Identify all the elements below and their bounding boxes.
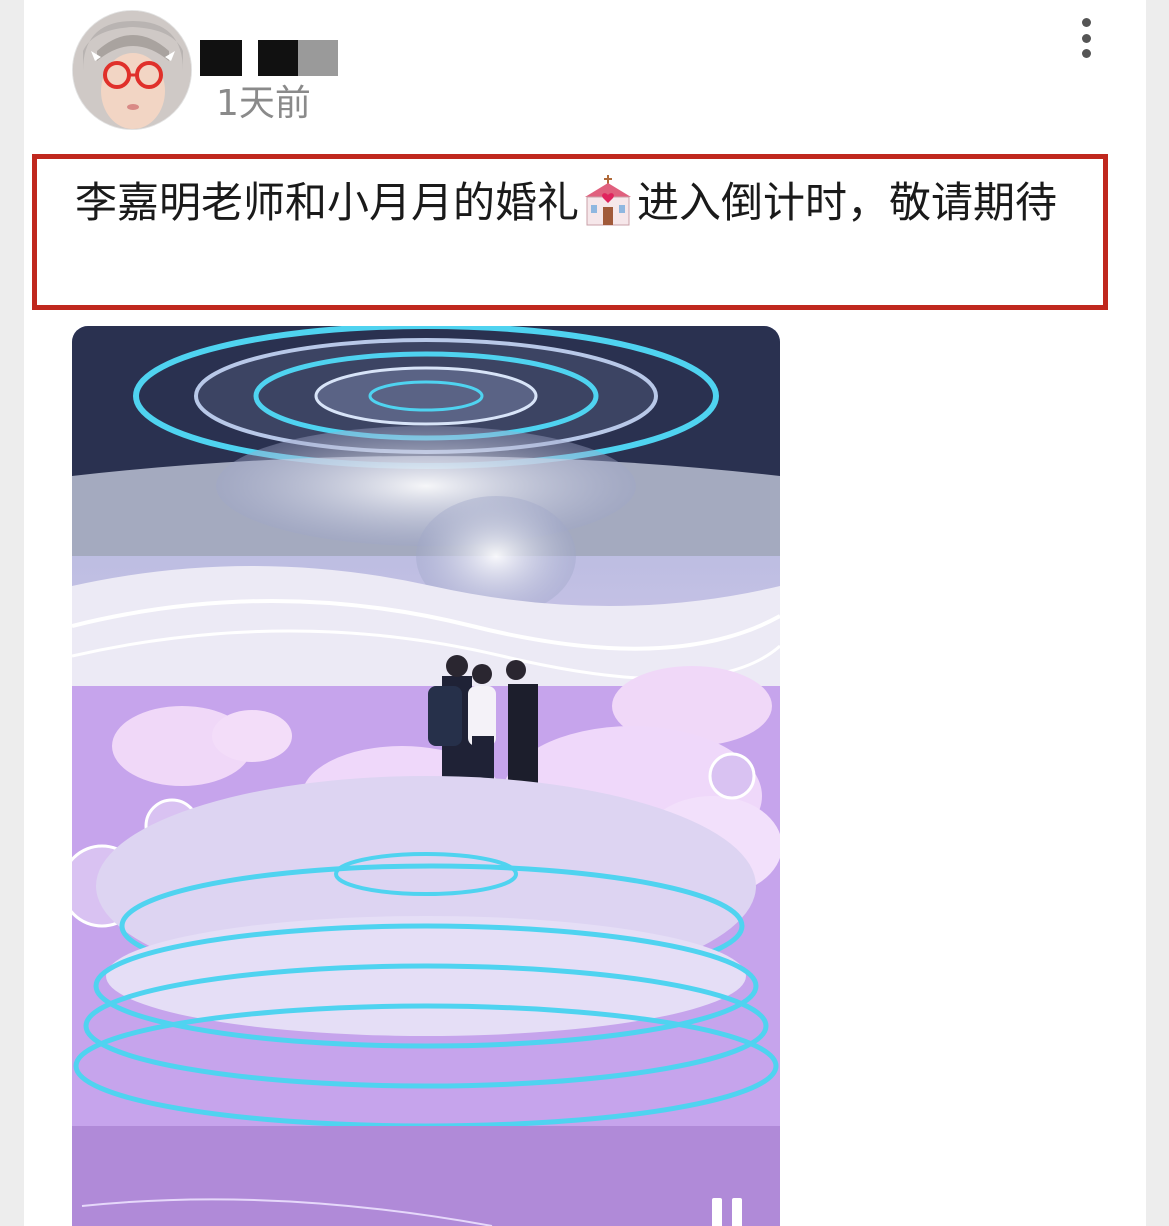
redaction-block [298, 40, 338, 76]
post-text-part2: 进入倒计时，敬请期待 [637, 178, 1058, 227]
video-player[interactable] [72, 326, 780, 1226]
redaction-block [258, 40, 298, 76]
more-vertical-icon[interactable] [1070, 14, 1102, 62]
avatar[interactable] [72, 10, 192, 130]
post-text-part1: 李嘉明老师和小月月的婚礼 [75, 178, 580, 227]
post-text: 李嘉明老师和小月月的婚礼 进入倒计时，敬请期待 [75, 171, 1087, 235]
pause-icon[interactable] [712, 1198, 752, 1226]
redaction-block [200, 40, 242, 76]
post-card: 1天前 李嘉明老师和小月月的婚礼 进入倒计时，敬请期待 [24, 0, 1146, 1226]
post-timestamp: 1天前 [216, 83, 311, 124]
video-frame-wedding-hall [72, 326, 780, 1226]
username-redacted [200, 40, 360, 76]
avatar-image [73, 11, 191, 129]
post-text-highlight-box: 李嘉明老师和小月月的婚礼 进入倒计时，敬请期待 [32, 154, 1108, 310]
wedding-chapel-emoji-icon [579, 175, 637, 227]
